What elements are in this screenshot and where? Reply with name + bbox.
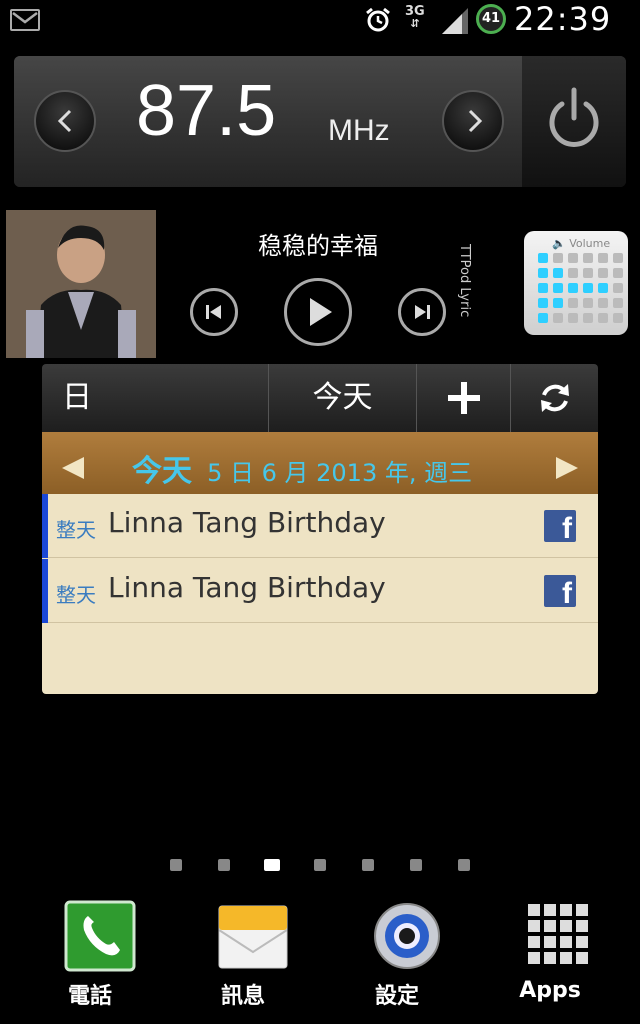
music-widget: 稳稳的幸福: [158, 210, 508, 358]
volume-label: 🔈 Volume: [552, 237, 611, 250]
event-color-bar: [42, 559, 48, 623]
fm-radio-widget: 87.5 MHz: [14, 56, 626, 187]
plus-icon: [447, 382, 480, 414]
skip-back-icon: [206, 305, 221, 319]
chevron-left-icon: [57, 109, 72, 133]
today-button[interactable]: 今天: [268, 364, 416, 432]
next-day-arrow[interactable]: [556, 457, 578, 479]
event-all-day: 整天: [56, 518, 96, 542]
calendar-toolbar: 日 今天: [42, 364, 598, 432]
chevron-right-icon: [468, 109, 483, 133]
facebook-icon: f: [544, 510, 576, 542]
today-label: 今天: [132, 454, 192, 489]
next-station-button[interactable]: [442, 90, 504, 152]
event-list: 整天 Linna Tang Birthday f 整天 Linna Tang B…: [42, 494, 598, 694]
network-type: 3G ⇵: [405, 4, 425, 30]
page-dot: [314, 859, 326, 871]
event-title: Linna Tang Birthday: [108, 571, 386, 604]
event-item[interactable]: 整天 Linna Tang Birthday f: [42, 494, 598, 558]
volume-widget[interactable]: 🔈 Volume: [524, 231, 628, 335]
previous-day-arrow[interactable]: [62, 457, 84, 479]
status-bar: 3G ⇵ 41 22:39: [0, 0, 640, 40]
dock-apps[interactable]: Apps: [495, 900, 605, 1003]
frequency-unit: MHz: [328, 114, 390, 147]
skip-forward-icon: [415, 305, 430, 319]
event-color-bar: [42, 494, 48, 558]
radio-frequency: 87.5: [136, 71, 277, 151]
apps-icon: [527, 904, 588, 964]
prev-station-button[interactable]: [34, 90, 96, 152]
date-header: 今天 5 日 6 月 2013 年, 週三: [42, 432, 598, 494]
page-dot-active: [264, 859, 280, 871]
page-dot: [218, 859, 230, 871]
radio-panel: 87.5 MHz: [14, 56, 522, 187]
dock-settings[interactable]: 設定: [342, 900, 452, 1009]
radio-power-button[interactable]: [522, 56, 626, 187]
event-item[interactable]: 整天 Linna Tang Birthday f: [42, 559, 598, 623]
phone-icon: [64, 900, 135, 972]
event-all-day: 整天: [56, 583, 96, 607]
calendar-widget: 日 今天 今天 5 日 6 月 2013 年, 週三 整天 Linna Tang…: [42, 364, 598, 694]
lyric-label[interactable]: TTPod Lyric: [457, 244, 472, 317]
alarm-icon: [366, 7, 390, 32]
play-button[interactable]: [284, 278, 352, 346]
page-dot: [170, 859, 182, 871]
battery-indicator: 41: [476, 4, 506, 34]
power-icon: [549, 87, 599, 147]
facebook-icon: f: [544, 575, 576, 607]
volume-levels: [538, 253, 623, 323]
dock-label-phone: 電話: [67, 984, 112, 1009]
view-mode-button[interactable]: 日: [42, 364, 268, 432]
add-event-button[interactable]: [416, 364, 510, 432]
next-track-button[interactable]: [398, 288, 446, 336]
current-date: 今天 5 日 6 月 2013 年, 週三: [132, 446, 472, 490]
song-title: 稳稳的幸福: [258, 232, 378, 260]
dock-label-messages: 訊息: [220, 984, 265, 1009]
previous-track-button[interactable]: [190, 288, 238, 336]
status-time: 22:39: [514, 0, 612, 38]
artist-photo: [6, 210, 156, 358]
dock-label-settings: 設定: [374, 984, 419, 1009]
play-icon: [310, 298, 332, 326]
refresh-button[interactable]: [510, 364, 598, 432]
dock-label-apps: Apps: [519, 978, 581, 1003]
refresh-icon: [540, 384, 569, 412]
dock-phone[interactable]: 電話: [35, 900, 145, 1009]
page-dot: [362, 859, 374, 871]
message-icon: [217, 905, 288, 969]
page-dot: [458, 859, 470, 871]
event-title: Linna Tang Birthday: [108, 506, 386, 539]
signal-icon: [442, 8, 468, 34]
date-label: 5 日 6 月 2013 年, 週三: [207, 459, 473, 487]
settings-icon: [373, 903, 440, 969]
album-art[interactable]: [6, 210, 156, 358]
dock-messages[interactable]: 訊息: [188, 900, 298, 1009]
page-dot: [410, 859, 422, 871]
gmail-icon: [10, 9, 40, 31]
